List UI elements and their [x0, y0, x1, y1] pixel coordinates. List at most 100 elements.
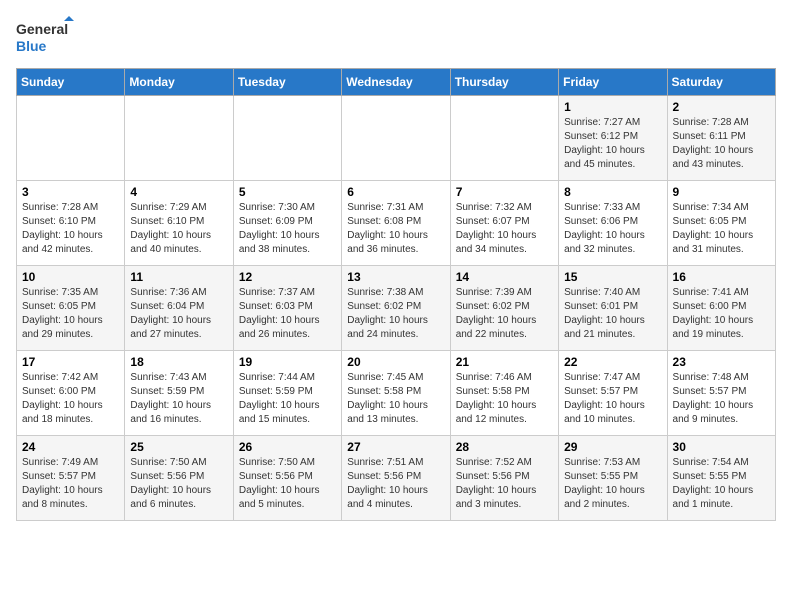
day-info: Sunrise: 7:52 AM Sunset: 5:56 PM Dayligh… [456, 456, 553, 512]
calendar-cell: 27Sunrise: 7:51 AM Sunset: 5:56 PM Dayli… [342, 436, 450, 521]
calendar-cell: 24 Sunrise: 7:49 AM Sunset: 5:57 PM Dayli… [17, 436, 125, 521]
day-number: 29 [564, 440, 661, 454]
day-number: 15 [564, 270, 661, 284]
calendar-cell: 9Sunrise: 7:34 AM Sunset: 6:05 PM Daylig… [667, 181, 775, 266]
calendar-week-1: 1 Sunrise: 7:27 AM Sunset: 6:12 PM Daylig… [17, 96, 776, 181]
calendar-cell [450, 96, 558, 181]
calendar-cell: 16 Sunrise: 7:41 AM Sunset: 6:00 PM Dayli… [667, 266, 775, 351]
svg-text:General: General [16, 21, 68, 37]
day-number: 24 [22, 440, 119, 454]
day-number: 22 [564, 355, 661, 369]
logo: General Blue [16, 16, 76, 56]
day-number: 12 [239, 270, 336, 284]
day-number: 5 [239, 185, 336, 199]
calendar-table: SundayMondayTuesdayWednesdayThursdayFrid… [16, 68, 776, 521]
calendar-cell [233, 96, 341, 181]
day-number: 2 [673, 100, 770, 114]
day-info: Sunrise: 7:28 AM Sunset: 6:10 PM Dayligh… [22, 201, 119, 257]
calendar-cell: 10 Sunrise: 7:35 AM Sunset: 6:05 PM Dayli… [17, 266, 125, 351]
day-info: Sunrise: 7:29 AM Sunset: 6:10 PM Dayligh… [130, 201, 227, 257]
day-number: 16 [673, 270, 770, 284]
calendar-cell: 21 Sunrise: 7:46 AM Sunset: 5:58 PM Dayli… [450, 351, 558, 436]
day-info: Sunrise: 7:36 AM Sunset: 6:04 PM Dayligh… [130, 286, 227, 342]
weekday-header-sunday: Sunday [17, 69, 125, 96]
day-info: Sunrise: 7:49 AM Sunset: 5:57 PM Dayligh… [22, 456, 119, 512]
day-number: 18 [130, 355, 227, 369]
day-number: 30 [673, 440, 770, 454]
day-info: Sunrise: 7:41 AM Sunset: 6:00 PM Dayligh… [673, 286, 770, 342]
day-info: Sunrise: 7:47 AM Sunset: 5:57 PM Dayligh… [564, 371, 661, 427]
logo-svg: General Blue [16, 16, 76, 56]
day-info: Sunrise: 7:54 AM Sunset: 5:55 PM Dayligh… [673, 456, 770, 512]
calendar-cell: 26 Sunrise: 7:50 AM Sunset: 5:56 PM Dayli… [233, 436, 341, 521]
day-info: Sunrise: 7:48 AM Sunset: 5:57 PM Dayligh… [673, 371, 770, 427]
calendar-week-4: 17 Sunrise: 7:42 AM Sunset: 6:00 PM Dayli… [17, 351, 776, 436]
calendar-cell: 7 Sunrise: 7:32 AM Sunset: 6:07 PM Daylig… [450, 181, 558, 266]
day-number: 14 [456, 270, 553, 284]
weekday-header-row: SundayMondayTuesdayWednesdayThursdayFrid… [17, 69, 776, 96]
day-number: 11 [130, 270, 227, 284]
weekday-header-wednesday: Wednesday [342, 69, 450, 96]
day-info: Sunrise: 7:35 AM Sunset: 6:05 PM Dayligh… [22, 286, 119, 342]
calendar-cell: 3 Sunrise: 7:28 AM Sunset: 6:10 PM Daylig… [17, 181, 125, 266]
svg-text:Blue: Blue [16, 38, 47, 54]
calendar-cell: 18 Sunrise: 7:43 AM Sunset: 5:59 PM Dayli… [125, 351, 233, 436]
calendar-cell: 30 Sunrise: 7:54 AM Sunset: 5:55 PM Dayli… [667, 436, 775, 521]
calendar-cell: 22 Sunrise: 7:47 AM Sunset: 5:57 PM Dayli… [559, 351, 667, 436]
day-number: 10 [22, 270, 119, 284]
calendar-cell: 13Sunrise: 7:38 AM Sunset: 6:02 PM Dayli… [342, 266, 450, 351]
weekday-header-friday: Friday [559, 69, 667, 96]
day-info: Sunrise: 7:30 AM Sunset: 6:09 PM Dayligh… [239, 201, 336, 257]
day-info: Sunrise: 7:34 AM Sunset: 6:05 PM Dayligh… [673, 201, 770, 257]
day-info: Sunrise: 7:40 AM Sunset: 6:01 PM Dayligh… [564, 286, 661, 342]
day-number: 13 [347, 270, 444, 284]
day-info: Sunrise: 7:42 AM Sunset: 6:00 PM Dayligh… [22, 371, 119, 427]
calendar-week-2: 3 Sunrise: 7:28 AM Sunset: 6:10 PM Daylig… [17, 181, 776, 266]
calendar-cell: 6 Sunrise: 7:31 AM Sunset: 6:08 PM Daylig… [342, 181, 450, 266]
calendar-cell: 14 Sunrise: 7:39 AM Sunset: 6:02 PM Dayli… [450, 266, 558, 351]
day-number: 1 [564, 100, 661, 114]
day-number: 3 [22, 185, 119, 199]
day-number: 17 [22, 355, 119, 369]
day-info: Sunrise: 7:39 AM Sunset: 6:02 PM Dayligh… [456, 286, 553, 342]
day-number: 6 [347, 185, 444, 199]
day-info: Sunrise: 7:46 AM Sunset: 5:58 PM Dayligh… [456, 371, 553, 427]
calendar-week-5: 24 Sunrise: 7:49 AM Sunset: 5:57 PM Dayli… [17, 436, 776, 521]
day-info: Sunrise: 7:31 AM Sunset: 6:08 PM Dayligh… [347, 201, 444, 257]
calendar-cell: 23 Sunrise: 7:48 AM Sunset: 5:57 PM Dayli… [667, 351, 775, 436]
calendar-cell [342, 96, 450, 181]
day-info: Sunrise: 7:50 AM Sunset: 5:56 PM Dayligh… [239, 456, 336, 512]
day-info: Sunrise: 7:32 AM Sunset: 6:07 PM Dayligh… [456, 201, 553, 257]
day-number: 21 [456, 355, 553, 369]
day-number: 4 [130, 185, 227, 199]
calendar-cell: 1 Sunrise: 7:27 AM Sunset: 6:12 PM Daylig… [559, 96, 667, 181]
calendar-cell: 20Sunrise: 7:45 AM Sunset: 5:58 PM Dayli… [342, 351, 450, 436]
day-number: 7 [456, 185, 553, 199]
weekday-header-tuesday: Tuesday [233, 69, 341, 96]
calendar-cell: 17 Sunrise: 7:42 AM Sunset: 6:00 PM Dayli… [17, 351, 125, 436]
day-number: 8 [564, 185, 661, 199]
calendar-cell [125, 96, 233, 181]
weekday-header-saturday: Saturday [667, 69, 775, 96]
weekday-header-thursday: Thursday [450, 69, 558, 96]
day-number: 23 [673, 355, 770, 369]
weekday-header-monday: Monday [125, 69, 233, 96]
calendar-cell: 19Sunrise: 7:44 AM Sunset: 5:59 PM Dayli… [233, 351, 341, 436]
day-info: Sunrise: 7:43 AM Sunset: 5:59 PM Dayligh… [130, 371, 227, 427]
day-info: Sunrise: 7:51 AM Sunset: 5:56 PM Dayligh… [347, 456, 444, 512]
day-number: 26 [239, 440, 336, 454]
calendar-cell: 29 Sunrise: 7:53 AM Sunset: 5:55 PM Dayli… [559, 436, 667, 521]
calendar-cell: 12Sunrise: 7:37 AM Sunset: 6:03 PM Dayli… [233, 266, 341, 351]
calendar-cell: 28Sunrise: 7:52 AM Sunset: 5:56 PM Dayli… [450, 436, 558, 521]
calendar-cell: 4 Sunrise: 7:29 AM Sunset: 6:10 PM Daylig… [125, 181, 233, 266]
day-info: Sunrise: 7:50 AM Sunset: 5:56 PM Dayligh… [130, 456, 227, 512]
day-number: 25 [130, 440, 227, 454]
day-info: Sunrise: 7:28 AM Sunset: 6:11 PM Dayligh… [673, 116, 770, 172]
calendar-cell: 25 Sunrise: 7:50 AM Sunset: 5:56 PM Dayli… [125, 436, 233, 521]
day-number: 19 [239, 355, 336, 369]
calendar-cell [17, 96, 125, 181]
day-info: Sunrise: 7:53 AM Sunset: 5:55 PM Dayligh… [564, 456, 661, 512]
calendar-cell: 11 Sunrise: 7:36 AM Sunset: 6:04 PM Dayli… [125, 266, 233, 351]
day-info: Sunrise: 7:27 AM Sunset: 6:12 PM Dayligh… [564, 116, 661, 172]
page-header: General Blue [16, 16, 776, 56]
